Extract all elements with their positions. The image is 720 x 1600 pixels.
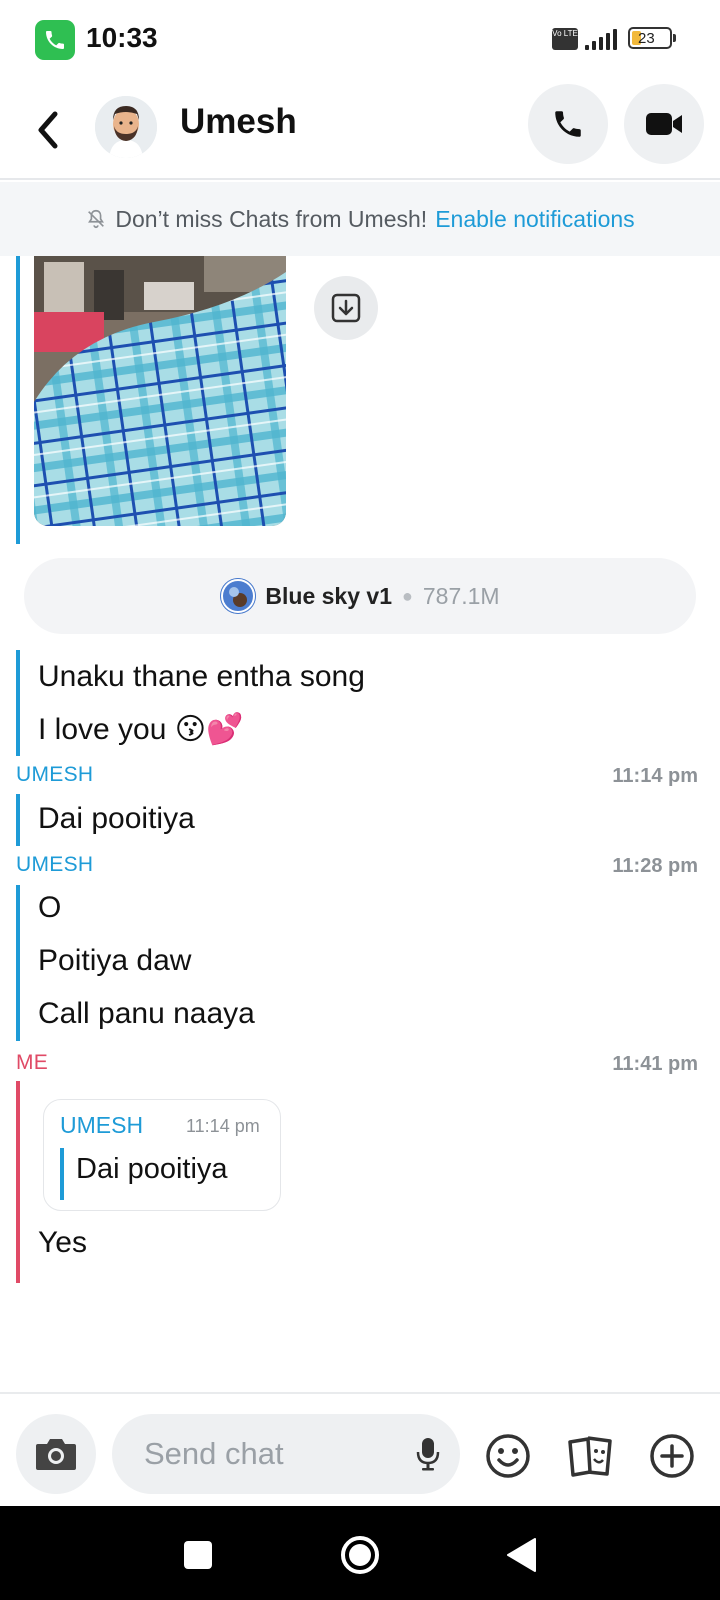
notification-text: Don’t miss Chats from Umesh! <box>115 205 428 232</box>
avatar[interactable] <box>95 96 157 158</box>
home-circle-icon <box>341 1536 379 1574</box>
message-bar <box>16 885 20 1041</box>
system-nav-bar <box>0 1506 720 1600</box>
back-triangle-icon <box>507 1538 536 1572</box>
message-bar <box>16 650 20 756</box>
sticker-cards-icon <box>568 1436 612 1477</box>
video-call-button[interactable] <box>624 84 704 164</box>
message-text[interactable]: I love you 😗💕 <box>38 712 243 747</box>
video-camera-icon <box>646 113 682 135</box>
quoted-sender: UMESH <box>60 1112 144 1138</box>
enable-notifications-link[interactable]: Enable notifications <box>435 206 634 233</box>
emoji-button[interactable] <box>482 1430 534 1482</box>
media-thumbnail[interactable] <box>34 256 286 526</box>
phone-icon <box>555 111 581 137</box>
back-button[interactable] <box>22 102 74 158</box>
download-icon <box>331 293 361 323</box>
message-text[interactable]: Call panu naaya <box>38 997 255 1031</box>
sound-play-count: 787.1M <box>422 582 500 609</box>
camera-icon <box>36 1439 76 1470</box>
separator-dot: ● <box>402 585 413 606</box>
square-icon <box>184 1541 212 1569</box>
chat-header: Umesh <box>0 80 720 180</box>
message-bar <box>16 794 20 846</box>
more-options-button[interactable] <box>646 1430 698 1482</box>
chat-thread[interactable]: Blue sky v1 ● 787.1M Unaku thane entha s… <box>0 256 720 1392</box>
sound-name: Blue sky v1 <box>265 582 392 609</box>
sound-cover-icon <box>220 578 257 614</box>
quoted-text: Dai pooitiya <box>76 1153 228 1185</box>
camera-button[interactable] <box>16 1414 96 1494</box>
message-text[interactable]: Poitiya daw <box>38 944 191 978</box>
home-button[interactable] <box>335 1530 385 1580</box>
stickers-button[interactable] <box>565 1430 617 1482</box>
status-time: 10:33 <box>86 22 158 53</box>
message-text[interactable]: Yes <box>38 1226 87 1260</box>
sender-label: UMESH <box>16 763 94 786</box>
contact-name[interactable]: Umesh <box>180 102 297 142</box>
sender-label: UMESH <box>16 853 94 876</box>
signal-icon <box>585 28 617 50</box>
quoted-message[interactable]: UMESH 11:14 pm Dai pooitiya <box>43 1099 281 1211</box>
bell-off-icon <box>85 208 107 230</box>
quote-bar <box>60 1148 64 1200</box>
message-time: 11:41 pm <box>612 1053 698 1075</box>
recents-button[interactable] <box>173 1530 223 1580</box>
voice-call-button[interactable] <box>528 84 608 164</box>
battery-level: 23 <box>638 30 655 47</box>
microphone-button[interactable] <box>408 1434 448 1474</box>
message-time: 11:14 pm <box>612 765 698 787</box>
battery-icon: 23 <box>628 27 672 49</box>
smiley-icon <box>486 1434 530 1478</box>
quoted-time: 11:14 pm <box>186 1116 260 1136</box>
message-time: 11:28 pm <box>612 855 698 877</box>
sound-attachment[interactable]: Blue sky v1 ● 787.1M <box>24 558 696 634</box>
message-text[interactable]: Unaku thane entha song <box>38 660 365 694</box>
message-text[interactable]: Dai pooitiya <box>38 802 195 836</box>
plus-circle-icon <box>650 1434 694 1478</box>
sender-label-me: ME <box>16 1051 49 1074</box>
ongoing-call-icon[interactable] <box>35 20 75 60</box>
chat-composer <box>0 1392 720 1506</box>
back-nav-button[interactable] <box>497 1530 547 1580</box>
message-bar <box>16 256 20 544</box>
volte-icon: Vo LTE <box>552 28 578 50</box>
notification-banner: Don’t miss Chats from Umesh! Enable noti… <box>0 182 720 256</box>
save-media-button[interactable] <box>314 276 378 340</box>
chevron-left-icon <box>38 111 58 149</box>
microphone-icon <box>416 1438 440 1471</box>
status-bar: 10:33 Vo LTE 23 <box>0 0 720 80</box>
message-bar <box>16 1081 20 1283</box>
message-text[interactable]: O <box>38 891 61 925</box>
